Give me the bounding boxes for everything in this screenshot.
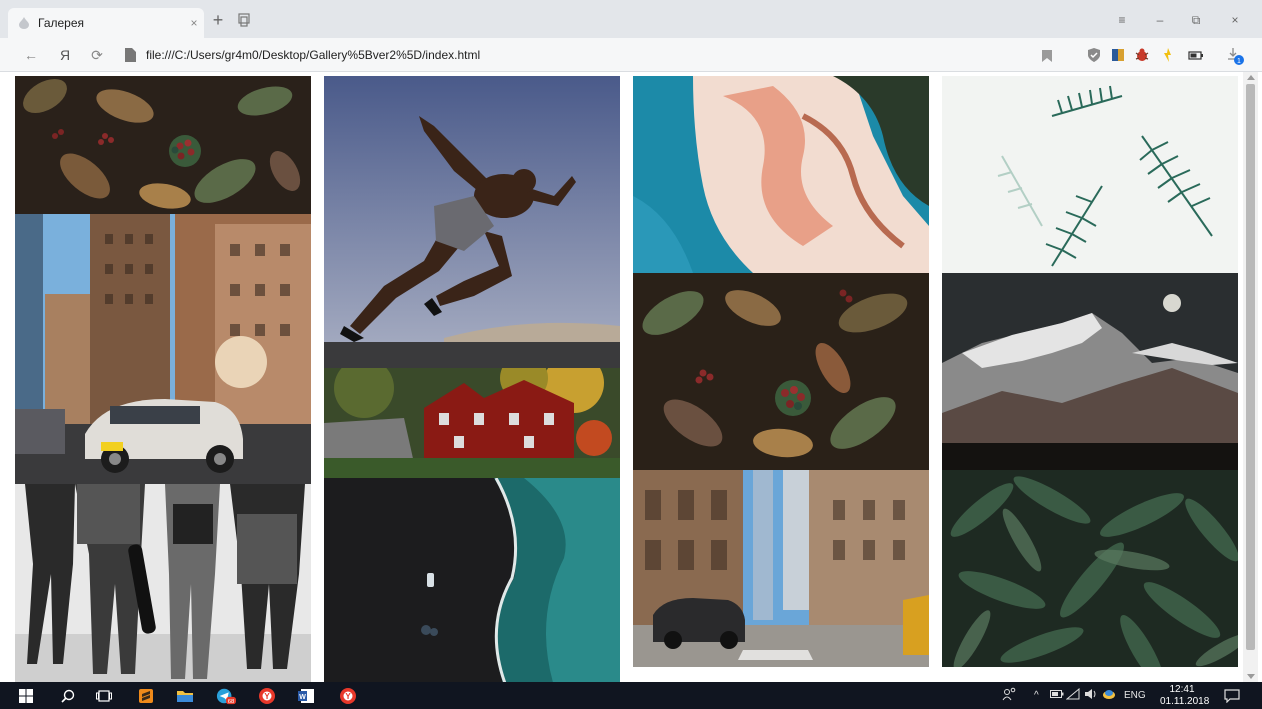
tab-title: Галерея — [38, 16, 85, 30]
gallery-image-ivy-house[interactable] — [324, 368, 620, 478]
task-view-icon[interactable] — [94, 686, 114, 706]
notifications-icon[interactable] — [1222, 686, 1242, 706]
people-icon[interactable] — [1002, 687, 1020, 704]
bookmark-icon[interactable] — [1042, 49, 1052, 62]
clock-date: 01.11.2018 — [1160, 696, 1210, 707]
extension-book-icon[interactable] — [1110, 47, 1126, 63]
gallery-image-mountains[interactable] — [942, 273, 1238, 470]
extension-bug-icon[interactable] — [1134, 47, 1150, 63]
input-language[interactable]: ENG — [1124, 690, 1146, 701]
telegram-badge: 68 — [228, 699, 235, 705]
page-favicon-icon — [18, 17, 30, 29]
svg-text:W: W — [299, 694, 306, 701]
gallery-image-aerial-beach[interactable] — [324, 478, 620, 682]
gallery-viewport — [0, 72, 1262, 682]
page-icon — [124, 48, 136, 62]
gallery-column-2 — [324, 76, 620, 682]
scrollbar-thumb[interactable] — [1246, 84, 1255, 650]
search-icon[interactable] — [58, 686, 78, 706]
shield-icon[interactable] — [1086, 47, 1102, 63]
yandex-disk-icon[interactable] — [1102, 688, 1120, 703]
back-button[interactable]: ← — [22, 46, 40, 64]
url-text: file:///C:/Users/gr4m0/Desktop/Gallery%5… — [146, 48, 481, 62]
svg-text:Y: Y — [345, 692, 351, 701]
clock-time: 12:41 — [1169, 684, 1195, 695]
gallery-column-4 — [942, 76, 1238, 682]
gallery-image-city-suv[interactable] — [15, 214, 311, 484]
gallery-image-people-walking[interactable] — [15, 484, 311, 682]
browser-tab[interactable]: Галерея × — [8, 8, 204, 38]
tab-close-button[interactable]: × — [184, 16, 204, 30]
menu-button[interactable]: ≡ — [1112, 11, 1132, 29]
yandex-home-button[interactable]: Я — [56, 46, 74, 64]
file-explorer-icon[interactable] — [175, 686, 195, 706]
battery-tray-icon[interactable] — [1050, 689, 1066, 702]
gallery-image-autumn-leaves[interactable] — [15, 76, 311, 214]
yandex-browser-icon[interactable]: Y — [257, 686, 277, 706]
minimize-button[interactable]: – — [1150, 11, 1170, 29]
taskbar-clock[interactable]: 12:41 01.11.2018 — [1160, 684, 1210, 708]
volume-icon[interactable] — [1084, 688, 1102, 703]
browser-tab-bar: Галерея × + ≡ – ⧉ × — [0, 0, 1262, 38]
gallery-image-river-delta[interactable] — [633, 76, 929, 273]
new-tab-button[interactable]: + — [208, 11, 228, 31]
address-bar[interactable]: file:///C:/Users/gr4m0/Desktop/Gallery%5… — [118, 42, 1068, 68]
gallery-image-sprinter[interactable] — [324, 76, 620, 368]
gallery-column-1 — [15, 76, 311, 682]
tabs-list-icon[interactable] — [236, 12, 252, 28]
sublime-text-icon[interactable] — [136, 686, 156, 706]
yandex-browser-icon-2[interactable]: Y — [338, 686, 358, 706]
close-window-button[interactable]: × — [1225, 11, 1245, 29]
battery-icon[interactable] — [1188, 47, 1204, 63]
gallery-column-3 — [633, 76, 929, 682]
windows-taskbar: 68 Y W Y ^ ENG 12:41 01.11.2018 — [0, 682, 1262, 709]
extension-bulb-icon[interactable] — [1160, 47, 1176, 63]
scroll-down-icon[interactable] — [1247, 674, 1255, 679]
word-icon[interactable]: W — [296, 686, 316, 706]
gallery-image-green-leaves[interactable] — [942, 470, 1238, 667]
system-tray: ^ ENG — [1002, 682, 1146, 709]
browser-toolbar: ← Я ⟳ file:///C:/Users/gr4m0/Desktop/Gal… — [0, 38, 1262, 72]
gallery-image-fern[interactable] — [942, 76, 1238, 273]
gallery-image-berry-leaves[interactable] — [633, 273, 929, 470]
svg-text:Y: Y — [264, 692, 270, 701]
windows-start-icon[interactable] — [16, 686, 36, 706]
wifi-icon[interactable] — [1065, 687, 1084, 703]
downloads-icon[interactable]: 1 — [1226, 47, 1244, 65]
download-count: 1 — [1237, 58, 1241, 65]
telegram-icon[interactable]: 68 — [216, 686, 236, 706]
page-scrollbar[interactable] — [1243, 72, 1258, 682]
reload-button[interactable]: ⟳ — [88, 46, 106, 64]
show-hidden-icons-icon[interactable]: ^ — [1034, 690, 1050, 701]
scroll-up-icon[interactable] — [1247, 75, 1255, 80]
gallery-image-city-street[interactable] — [633, 470, 929, 667]
restore-button[interactable]: ⧉ — [1186, 11, 1206, 29]
